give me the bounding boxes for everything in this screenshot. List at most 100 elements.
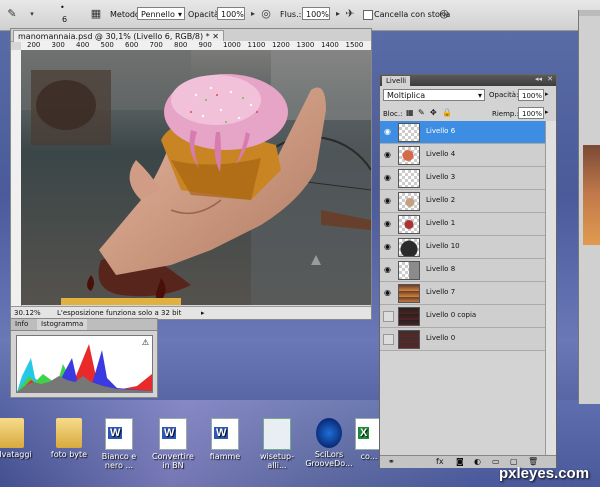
opacity-slider-icon[interactable]: ▸ (545, 90, 549, 98)
status-menu-icon[interactable]: ▸ (201, 307, 205, 319)
layer-row[interactable]: ◉ Livello 10 (380, 236, 545, 259)
desktop-icon-fiamme[interactable]: fiamme (200, 418, 250, 461)
layer-name: Livello 8 (426, 265, 456, 273)
tab-info[interactable]: Info (11, 319, 32, 330)
desktop-icon-convertire[interactable]: Convertire in BN (148, 418, 198, 470)
installer-icon (263, 418, 291, 450)
ruler-tick: 900 (198, 41, 212, 49)
adjustment-layer-icon[interactable]: ◐ (474, 457, 481, 466)
eye-icon[interactable]: ◉ (383, 196, 392, 205)
tab-istogramma[interactable]: Istogramma (37, 319, 88, 330)
layer-opacity-input[interactable]: 100% (518, 89, 544, 101)
lock-label: Bloc.: (383, 110, 403, 118)
eye-icon[interactable]: ◉ (383, 219, 392, 228)
tablet-size-icon[interactable]: ◎ (436, 6, 452, 22)
layer-row[interactable]: ◉ Livello 3 (380, 167, 545, 190)
layer-thumbnail (398, 123, 420, 142)
fill-slider-icon[interactable]: ▸ (545, 108, 549, 116)
eye-icon[interactable]: ◉ (383, 288, 392, 297)
ruler-tick: 1000 (223, 41, 241, 49)
lock-transparency-icon[interactable]: ▦ (406, 108, 414, 117)
layer-thumbnail (398, 261, 420, 280)
collapse-icon[interactable]: ◂◂ (535, 75, 542, 83)
layers-scrollbar[interactable] (545, 121, 556, 455)
brush-size[interactable]: 6 (62, 15, 67, 24)
eye-icon[interactable]: ◉ (383, 150, 392, 159)
brush-panel-icon[interactable]: ▦ (88, 6, 104, 22)
panel-tabs: Info Istogramma (11, 319, 157, 331)
close-icon[interactable]: ✕ (212, 32, 219, 41)
layer-row[interactable]: ◉ Livello 6 (380, 121, 545, 144)
lock-position-icon[interactable]: ✥ (430, 108, 437, 117)
tablet-pressure-icon[interactable]: ◎ (258, 6, 274, 22)
layer-name: Livello 2 (426, 196, 456, 204)
ruler-tick: 1200 (272, 41, 290, 49)
warning-icon[interactable]: ⚠ (142, 338, 149, 347)
layer-thumbnail (398, 330, 420, 349)
flow-label: Flus.: (280, 10, 302, 19)
dropdown-arrow-icon[interactable]: ▾ (24, 6, 40, 22)
lock-pixels-icon[interactable]: ✎ (418, 108, 425, 117)
eraser-tool-icon[interactable]: ✎ (4, 6, 20, 22)
layer-name: Livello 4 (426, 150, 456, 158)
tab-livelli[interactable]: Livelli (382, 76, 411, 86)
erase-history-checkbox[interactable] (363, 10, 373, 20)
layer-row[interactable]: Livello 0 copia (380, 305, 545, 328)
desktop-icon-bianco-nero[interactable]: Bianco e nero ... (94, 418, 144, 470)
fx-icon[interactable]: fx (436, 457, 444, 466)
add-mask-icon[interactable]: ◙ (456, 457, 464, 466)
histogram-panel: Info Istogramma ⚠ (10, 318, 158, 398)
ruler-tick: 1300 (296, 41, 315, 49)
word-document-icon (211, 418, 239, 450)
lock-all-icon[interactable]: 🔒 (442, 108, 452, 117)
ruler-tick: 300 (51, 41, 65, 49)
layer-name: Livello 1 (426, 219, 456, 227)
desktop-icon-salvataggi[interactable]: salvataggi (0, 418, 36, 459)
opacity-input[interactable]: 100% (217, 7, 245, 20)
blend-mode-select[interactable]: Moltiplica (383, 89, 485, 102)
desktop-icon-foto-byte[interactable]: foto byte (44, 418, 94, 459)
mode-select[interactable]: Pennello (137, 7, 185, 21)
eye-icon[interactable]: ◉ (383, 173, 392, 182)
layer-row[interactable]: ◉ Livello 2 (380, 190, 545, 213)
document-window[interactable]: manomannaia.psd @ 30,1% (Livello 6, RGB/… (10, 28, 372, 320)
layer-thumbnail (398, 215, 420, 234)
visibility-toggle[interactable] (383, 334, 394, 345)
ruler-tick: 1100 (247, 41, 266, 49)
link-layers-icon[interactable]: ⚭ (388, 457, 395, 466)
layer-thumbnail (398, 238, 420, 257)
watermark: pxleyes.com (499, 465, 590, 482)
desktop-icon-scilors[interactable]: SciLors GrooveDo... (304, 418, 354, 468)
airbrush-icon[interactable]: ✈ (342, 6, 358, 22)
layer-row[interactable]: Livello 0 (380, 328, 545, 351)
word-document-icon (159, 418, 187, 450)
close-icon[interactable]: ✕ (547, 75, 553, 83)
layer-row[interactable]: ◉ Livello 8 (380, 259, 545, 282)
flow-input[interactable]: 100% (302, 7, 330, 20)
ruler-tick: 800 (174, 41, 188, 49)
ruler-tick: 500 (100, 41, 114, 49)
layer-thumbnail (398, 169, 420, 188)
desktop-icon-wisetup[interactable]: wisetup-alli... (252, 418, 302, 470)
options-bar: ✎ ▾ • 6 ▦ Metodo: Pennello Opacità: 100%… (0, 0, 600, 31)
visibility-toggle[interactable] (383, 311, 394, 322)
folder-icon (0, 418, 24, 448)
image-canvas[interactable] (21, 50, 371, 305)
dolphin-icon (316, 418, 342, 448)
secondary-document-window[interactable] (578, 10, 600, 404)
sunset-preview (583, 145, 600, 245)
layer-name: Livello 0 (426, 334, 456, 342)
folder-icon (56, 418, 82, 448)
fill-input[interactable]: 100% (518, 107, 544, 119)
eye-icon[interactable]: ◉ (383, 127, 392, 136)
eye-icon[interactable]: ◉ (383, 265, 392, 274)
eye-icon[interactable]: ◉ (383, 242, 392, 251)
layer-thumbnail (398, 307, 420, 326)
brush-preview-icon[interactable]: • (60, 3, 65, 12)
composite-artwork (21, 50, 371, 305)
ruler-tick: 600 (125, 41, 139, 49)
layer-row[interactable]: ◉ Livello 7 (380, 282, 545, 305)
layer-row[interactable]: ◉ Livello 1 (380, 213, 545, 236)
layer-row[interactable]: ◉ Livello 4 (380, 144, 545, 167)
layer-thumbnail (398, 146, 420, 165)
